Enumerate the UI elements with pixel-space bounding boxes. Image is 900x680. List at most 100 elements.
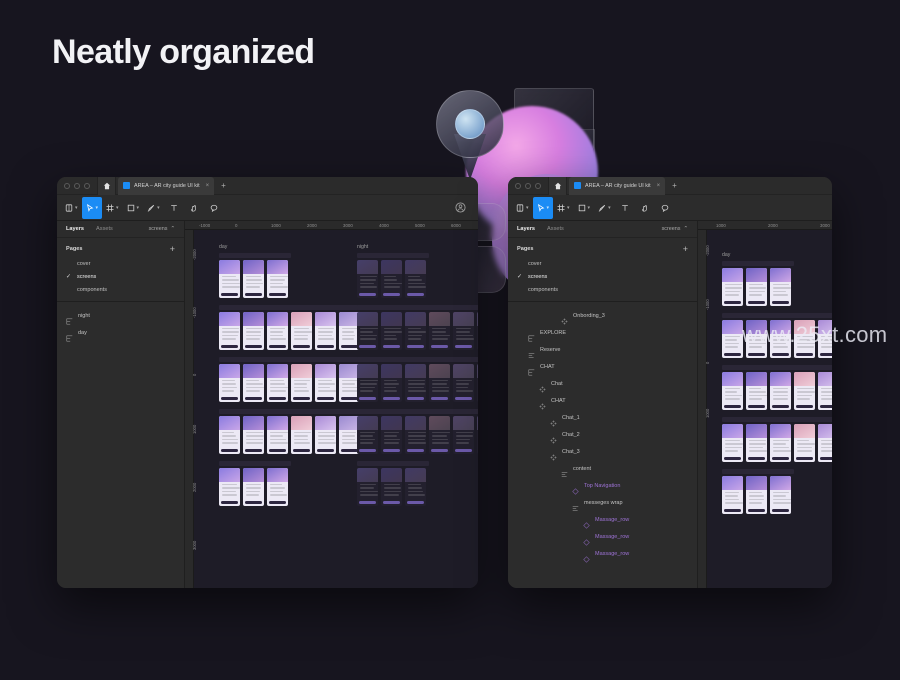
close-window-dot[interactable] [515, 183, 521, 189]
window-controls[interactable] [508, 183, 548, 189]
chevron-down-icon[interactable]: ▾ [157, 205, 160, 211]
maximize-window-dot[interactable] [84, 183, 90, 189]
page-item-screens[interactable]: ✓screens [508, 270, 697, 283]
move-tool-icon[interactable]: ▾ [82, 197, 103, 219]
frame-icon [528, 363, 535, 370]
chevron-down-icon[interactable]: ▾ [75, 205, 78, 211]
home-icon[interactable] [97, 177, 116, 195]
ruler-tick: 3000 [820, 223, 830, 228]
add-page-button[interactable]: + [170, 245, 175, 253]
layer-item[interactable]: CHAT [508, 392, 697, 409]
minimize-window-dot[interactable] [74, 183, 80, 189]
maximize-window-dot[interactable] [535, 183, 541, 189]
figma-menu-icon[interactable]: ▾ [61, 197, 82, 219]
page-item-components[interactable]: components [508, 283, 697, 296]
page-item-cover[interactable]: cover [508, 257, 697, 270]
pen-tool-icon[interactable]: ▾ [143, 197, 164, 219]
layer-item[interactable]: CHAT [508, 358, 697, 375]
screen-mockup [357, 416, 378, 454]
tab-layers[interactable]: Layers [517, 226, 535, 232]
layer-item[interactable]: EXPLORE [508, 324, 697, 341]
minimize-window-dot[interactable] [525, 183, 531, 189]
chevron-down-icon[interactable]: ▾ [137, 205, 140, 211]
page-item-cover[interactable]: cover [57, 257, 184, 270]
mockup-text-line [246, 484, 261, 485]
mockup-text-line [384, 279, 397, 280]
layer-item[interactable]: Massage_row [508, 545, 697, 562]
layer-item[interactable]: Onbording_3 [508, 307, 697, 324]
shape-tool-icon[interactable]: ▾ [574, 197, 595, 219]
pen-tool-icon[interactable]: ▾ [594, 197, 615, 219]
left-canvas[interactable]: -10000100020003000400050006000 -2000-100… [185, 221, 478, 588]
chevron-down-icon[interactable]: ▾ [547, 205, 550, 211]
comment-tool-icon[interactable] [655, 197, 675, 219]
layer-item[interactable]: content [508, 460, 697, 477]
layer-item[interactable]: Top Navigation [508, 477, 697, 494]
page-selector[interactable]: screens ⌃ [662, 226, 688, 232]
mockup-hero-image [722, 320, 743, 334]
layer-name: Chat_3 [562, 449, 580, 455]
new-tab-button[interactable]: + [672, 181, 677, 190]
close-window-dot[interactable] [64, 183, 70, 189]
mockup-text-line [797, 388, 814, 389]
close-icon[interactable]: × [206, 183, 210, 189]
account-avatar-icon[interactable] [450, 197, 470, 219]
panel-divider [508, 301, 697, 302]
hand-tool-icon[interactable] [184, 197, 204, 219]
add-page-button[interactable]: + [683, 245, 688, 253]
layer-item[interactable]: Reserve [508, 341, 697, 358]
layer-item[interactable]: Chat_3 [508, 443, 697, 460]
layer-item[interactable]: night [57, 307, 184, 324]
figma-window-right[interactable]: AREA – AR city guide UI kit × + ▾ ▾ ▾ ▾ … [508, 177, 832, 588]
home-icon[interactable] [548, 177, 567, 195]
mockup-text-line [725, 440, 741, 441]
window-controls[interactable] [57, 183, 97, 189]
mockup-hero-image [381, 364, 402, 378]
chevron-down-icon[interactable]: ▾ [588, 205, 591, 211]
frame-tool-icon[interactable]: ▾ [102, 197, 123, 219]
chevron-down-icon[interactable]: ▾ [526, 205, 529, 211]
mockup-text-line [384, 331, 403, 332]
layer-item[interactable]: day [57, 324, 184, 341]
hand-tool-icon[interactable] [635, 197, 655, 219]
move-tool-icon[interactable]: ▾ [533, 197, 554, 219]
panel-tab-bar: Layers Assets screens ⌃ [508, 221, 697, 238]
layer-item[interactable]: Massage_row [508, 511, 697, 528]
page-item-components[interactable]: components [57, 283, 184, 296]
text-tool-icon[interactable] [164, 197, 184, 219]
layer-item[interactable]: messeges wrap [508, 494, 697, 511]
tab-assets[interactable]: Assets [547, 226, 564, 232]
tab-layers[interactable]: Layers [66, 226, 84, 232]
mockup-text-line [270, 435, 284, 436]
figma-menu-icon[interactable]: ▾ [512, 197, 533, 219]
frame-tool-icon[interactable]: ▾ [553, 197, 574, 219]
browser-tab[interactable]: AREA – AR city guide UI kit × [118, 177, 214, 195]
page-selector[interactable]: screens ⌃ [149, 226, 175, 232]
screen-mockup [722, 320, 743, 358]
layer-item[interactable]: Chat_1 [508, 409, 697, 426]
browser-tab[interactable]: AREA – AR city guide UI kit × [569, 177, 665, 195]
comment-tool-icon[interactable] [204, 197, 224, 219]
mockup-text-line [360, 383, 378, 384]
mockup-text-line [408, 331, 427, 332]
mockup-text-line [821, 443, 833, 444]
figma-window-left[interactable]: AREA – AR city guide UI kit × + ▾ ▾ ▾ ▾ … [57, 177, 478, 588]
layer-item[interactable]: Chat [508, 375, 697, 392]
text-tool-icon[interactable] [615, 197, 635, 219]
close-icon[interactable]: × [657, 183, 661, 189]
mockup-hero-image [746, 372, 767, 386]
mockup-text-line [773, 287, 792, 288]
shape-tool-icon[interactable]: ▾ [123, 197, 144, 219]
new-tab-button[interactable]: + [221, 181, 226, 190]
chevron-down-icon[interactable]: ▾ [116, 205, 119, 211]
right-canvas[interactable]: 100020003000 -2000-100001000 day [698, 221, 832, 588]
layer-item[interactable]: Massage_row [508, 528, 697, 545]
layer-item[interactable]: Chat_2 [508, 426, 697, 443]
screen-mockup [243, 260, 264, 298]
chevron-down-icon[interactable]: ▾ [96, 205, 99, 211]
chevron-down-icon[interactable]: ▾ [608, 205, 611, 211]
frame-section-header [722, 313, 832, 318]
tab-assets[interactable]: Assets [96, 226, 113, 232]
page-item-screens[interactable]: ✓screens [57, 270, 184, 283]
chevron-down-icon[interactable]: ▾ [567, 205, 570, 211]
